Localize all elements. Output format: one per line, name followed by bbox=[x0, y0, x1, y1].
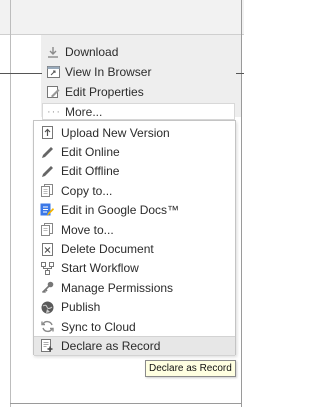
panel-divider-left bbox=[0, 73, 42, 74]
more-actions-button[interactable]: ··· More... bbox=[42, 103, 235, 120]
more-label: More... bbox=[65, 104, 103, 119]
content-frame-right-border bbox=[241, 0, 242, 407]
menu-item-start-workflow[interactable]: Start Workflow bbox=[34, 259, 235, 278]
action-view-in-browser[interactable]: View In Browser bbox=[44, 62, 236, 82]
upload-icon bbox=[40, 126, 54, 140]
menu-item-label: Delete Document bbox=[61, 242, 154, 257]
action-edit-properties[interactable]: Edit Properties bbox=[44, 82, 236, 102]
panel-divider-right bbox=[236, 73, 244, 74]
menu-item-edit-in-google-docs[interactable]: Edit in Google Docs™ bbox=[34, 201, 235, 220]
menu-item-label: Declare as Record bbox=[61, 338, 161, 353]
declare-record-icon bbox=[40, 339, 54, 353]
menu-item-label: Upload New Version bbox=[61, 125, 170, 140]
edit-properties-icon bbox=[46, 85, 60, 99]
google-docs-icon bbox=[40, 203, 54, 217]
menu-item-edit-offline[interactable]: Edit Offline bbox=[34, 162, 235, 181]
more-dots-icon: ··· bbox=[47, 105, 61, 118]
download-icon bbox=[46, 45, 60, 59]
publish-icon bbox=[40, 300, 54, 314]
view-in-browser-icon bbox=[46, 65, 60, 79]
content-frame-bottom-border bbox=[10, 403, 242, 404]
menu-item-label: Edit Online bbox=[61, 145, 120, 160]
workflow-icon bbox=[40, 261, 54, 275]
move-icon bbox=[40, 223, 54, 237]
menu-item-label: Move to... bbox=[61, 222, 114, 237]
menu-item-manage-permissions[interactable]: Manage Permissions bbox=[34, 278, 235, 297]
sync-icon bbox=[40, 320, 54, 334]
menu-item-move-to[interactable]: Move to... bbox=[34, 220, 235, 239]
action-label: Edit Properties bbox=[65, 85, 144, 99]
menu-item-upload-new-version[interactable]: Upload New Version bbox=[34, 123, 235, 142]
menu-item-label: Manage Permissions bbox=[61, 280, 174, 295]
declare-as-record-tooltip: Declare as Record bbox=[145, 360, 236, 377]
menu-item-label: Sync to Cloud bbox=[61, 319, 136, 334]
menu-item-declare-as-record[interactable]: Declare as Record bbox=[34, 336, 235, 356]
menu-item-copy-to[interactable]: Copy to... bbox=[34, 181, 235, 200]
document-actions-list: Download View In Browser Edit Properties bbox=[44, 42, 236, 102]
top-toolbar bbox=[0, 0, 244, 35]
menu-item-label: Edit Offline bbox=[61, 164, 120, 179]
key-icon bbox=[40, 281, 54, 295]
menu-item-label: Edit in Google Docs™ bbox=[61, 203, 180, 218]
action-download[interactable]: Download bbox=[44, 42, 236, 62]
copy-icon bbox=[40, 184, 54, 198]
menu-item-publish[interactable]: Publish bbox=[34, 298, 235, 317]
delete-icon bbox=[40, 242, 54, 256]
pencil-icon bbox=[40, 145, 54, 159]
more-actions-menu: Upload New Version Edit Online Edit Offl… bbox=[33, 120, 236, 356]
pencil-icon bbox=[40, 164, 54, 178]
menu-item-sync-to-cloud[interactable]: Sync to Cloud bbox=[34, 317, 235, 336]
menu-item-delete-document[interactable]: Delete Document bbox=[34, 239, 235, 258]
action-label: View In Browser bbox=[65, 65, 152, 79]
menu-item-label: Publish bbox=[61, 300, 101, 315]
menu-item-edit-online[interactable]: Edit Online bbox=[34, 142, 235, 161]
menu-item-label: Copy to... bbox=[61, 183, 113, 198]
action-label: Download bbox=[65, 45, 119, 59]
content-frame-left-border bbox=[10, 0, 11, 407]
menu-item-label: Start Workflow bbox=[61, 261, 139, 276]
